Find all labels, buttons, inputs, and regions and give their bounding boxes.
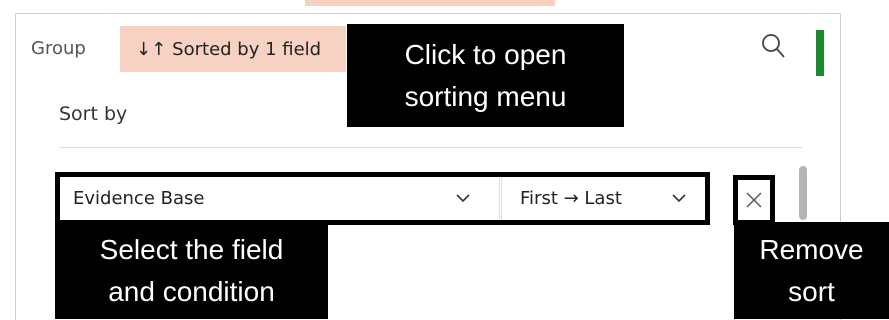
sorted-by-button[interactable]: ↓↑ Sorted by 1 field [120,26,346,72]
field-select[interactable]: Evidence Base [60,177,500,220]
sorted-by-label: Sorted by 1 field [172,38,322,60]
sort-condition-group: Evidence Base First → Last [55,172,710,225]
callout-line: sorting menu [404,80,567,112]
chevron-down-icon [454,189,472,207]
callout-select-field: Select the field and condition [55,222,328,319]
callout-line: and condition [108,275,275,307]
callout-open-menu: Click to open sorting menu [347,24,624,127]
callout-remove-sort: Remove sort [734,222,889,319]
remove-sort-button[interactable] [733,175,775,225]
sort-arrows-icon: ↓↑ [136,38,167,60]
search-icon[interactable] [761,33,785,59]
condition-select-value: First → Last [520,188,622,209]
condition-select[interactable]: First → Last [501,177,705,220]
callout-line: Select the field [99,233,284,265]
field-select-value: Evidence Base [73,188,205,209]
chevron-down-icon [670,189,688,207]
close-icon [744,190,764,210]
callout-line: Click to open [404,38,567,70]
group-button[interactable]: Group [31,38,86,59]
callout-line: sort [788,275,835,307]
status-indicator [816,30,824,76]
divider [59,147,802,148]
scrollbar-thumb[interactable] [799,166,807,220]
callout-line: Remove [759,233,864,265]
sort-by-heading: Sort by [59,103,128,125]
top-strip [305,0,555,6]
